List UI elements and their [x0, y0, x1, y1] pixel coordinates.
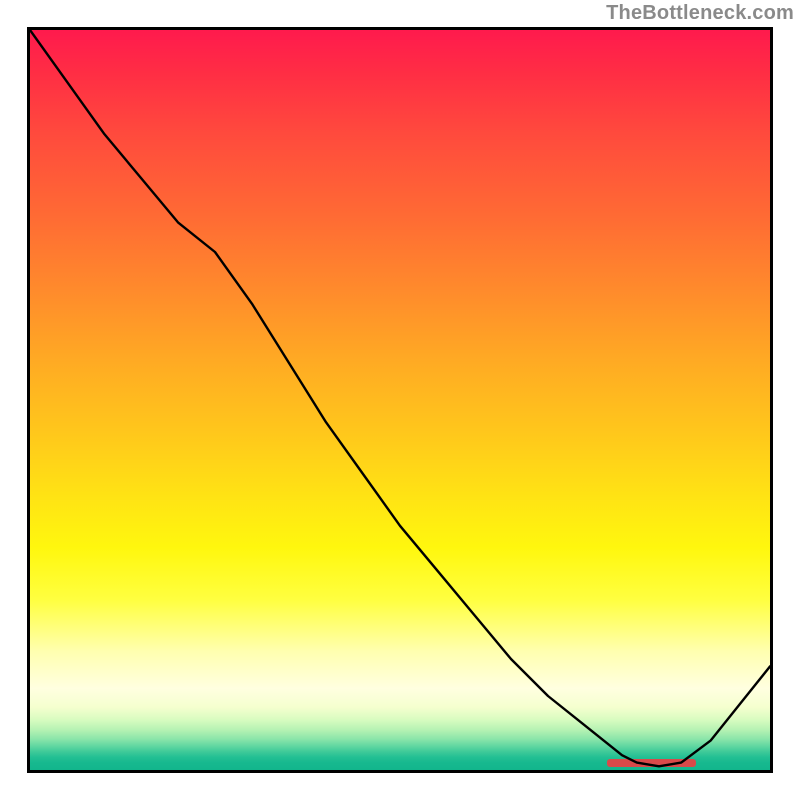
curve-path [30, 30, 770, 766]
plot-frame [27, 27, 773, 773]
watermark-text: TheBottleneck.com [606, 2, 794, 25]
line-plot [30, 30, 770, 770]
chart-canvas: TheBottleneck.com [0, 0, 800, 800]
plot-area [30, 30, 770, 770]
